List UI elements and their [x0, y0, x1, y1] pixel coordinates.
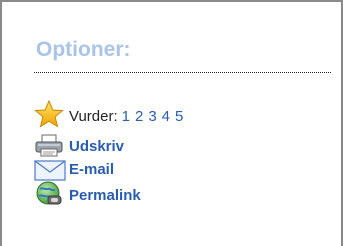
- rate-link-2[interactable]: 2: [135, 108, 143, 128]
- permalink-link[interactable]: Permalink: [69, 187, 141, 207]
- rating-row: Vurder: 1 2 3 4 5: [34, 100, 183, 128]
- permalink-row[interactable]: Permalink: [34, 181, 141, 207]
- title-divider: [34, 72, 331, 73]
- options-title: Optioner:: [36, 38, 131, 61]
- rate-link-3[interactable]: 3: [148, 108, 156, 128]
- options-panel: Optioner: Vurder: 1 2 3 4 5 Udskriv E-ma…: [0, 0, 343, 246]
- email-row[interactable]: E-mail: [34, 159, 114, 181]
- globe-link-icon: [34, 179, 68, 207]
- rate-link-4[interactable]: 4: [162, 108, 170, 128]
- print-link[interactable]: Udskriv: [69, 138, 124, 158]
- email-link[interactable]: E-mail: [69, 161, 114, 181]
- envelope-icon: [34, 153, 68, 181]
- rate-label: Vurder:: [69, 108, 118, 125]
- star-icon: [34, 100, 68, 128]
- rate-link-1[interactable]: 1: [122, 108, 130, 128]
- rate-link-5[interactable]: 5: [175, 108, 183, 128]
